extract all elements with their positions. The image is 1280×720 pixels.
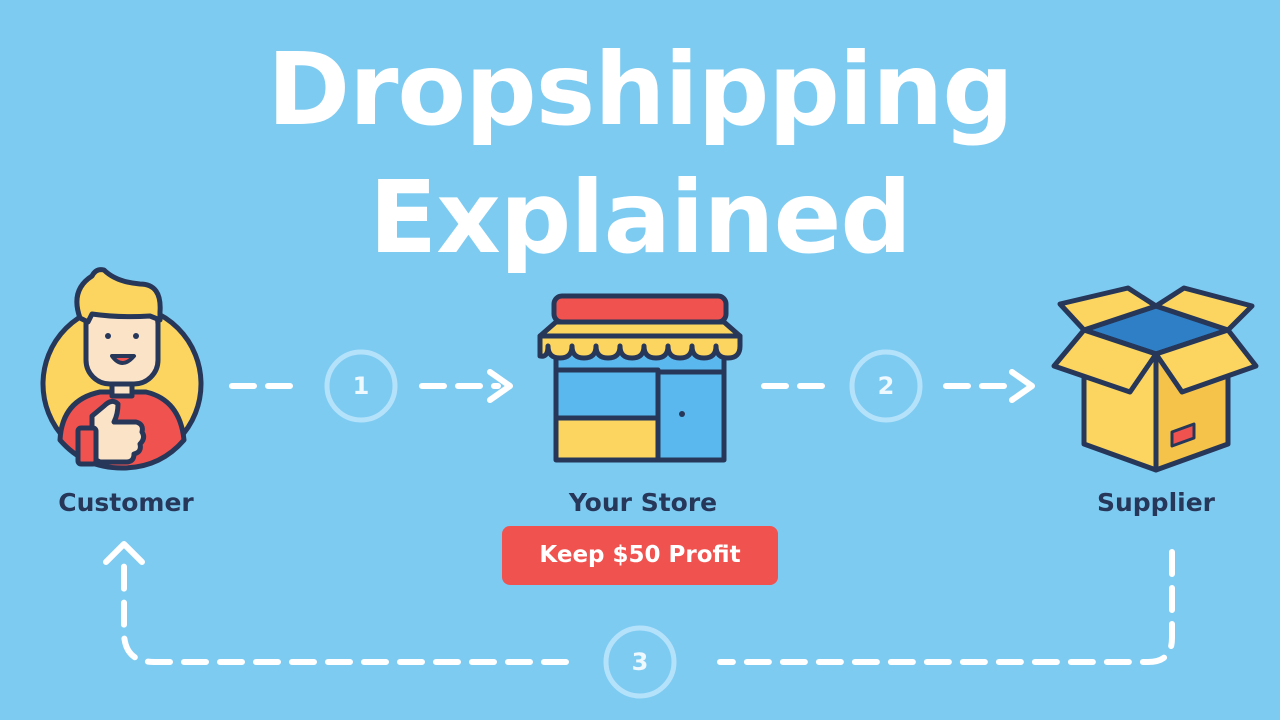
store-label: Your Store (568, 488, 718, 517)
supplier-label: Supplier (1096, 488, 1216, 517)
step-3-number: 3 (631, 648, 649, 676)
arrow-up-icon (103, 541, 145, 565)
customer-label: Customer (58, 488, 194, 517)
profit-badge: Keep $50 Profit (502, 526, 778, 585)
step-2-number: 2 (877, 372, 895, 400)
storefront-icon (537, 293, 743, 463)
open-box-icon (1051, 285, 1259, 473)
customer-thumbs-up-icon (40, 267, 204, 471)
step-1-number: 1 (352, 372, 370, 400)
flow-diagram (40, 267, 1259, 699)
arrow-right-icon (1009, 369, 1035, 403)
